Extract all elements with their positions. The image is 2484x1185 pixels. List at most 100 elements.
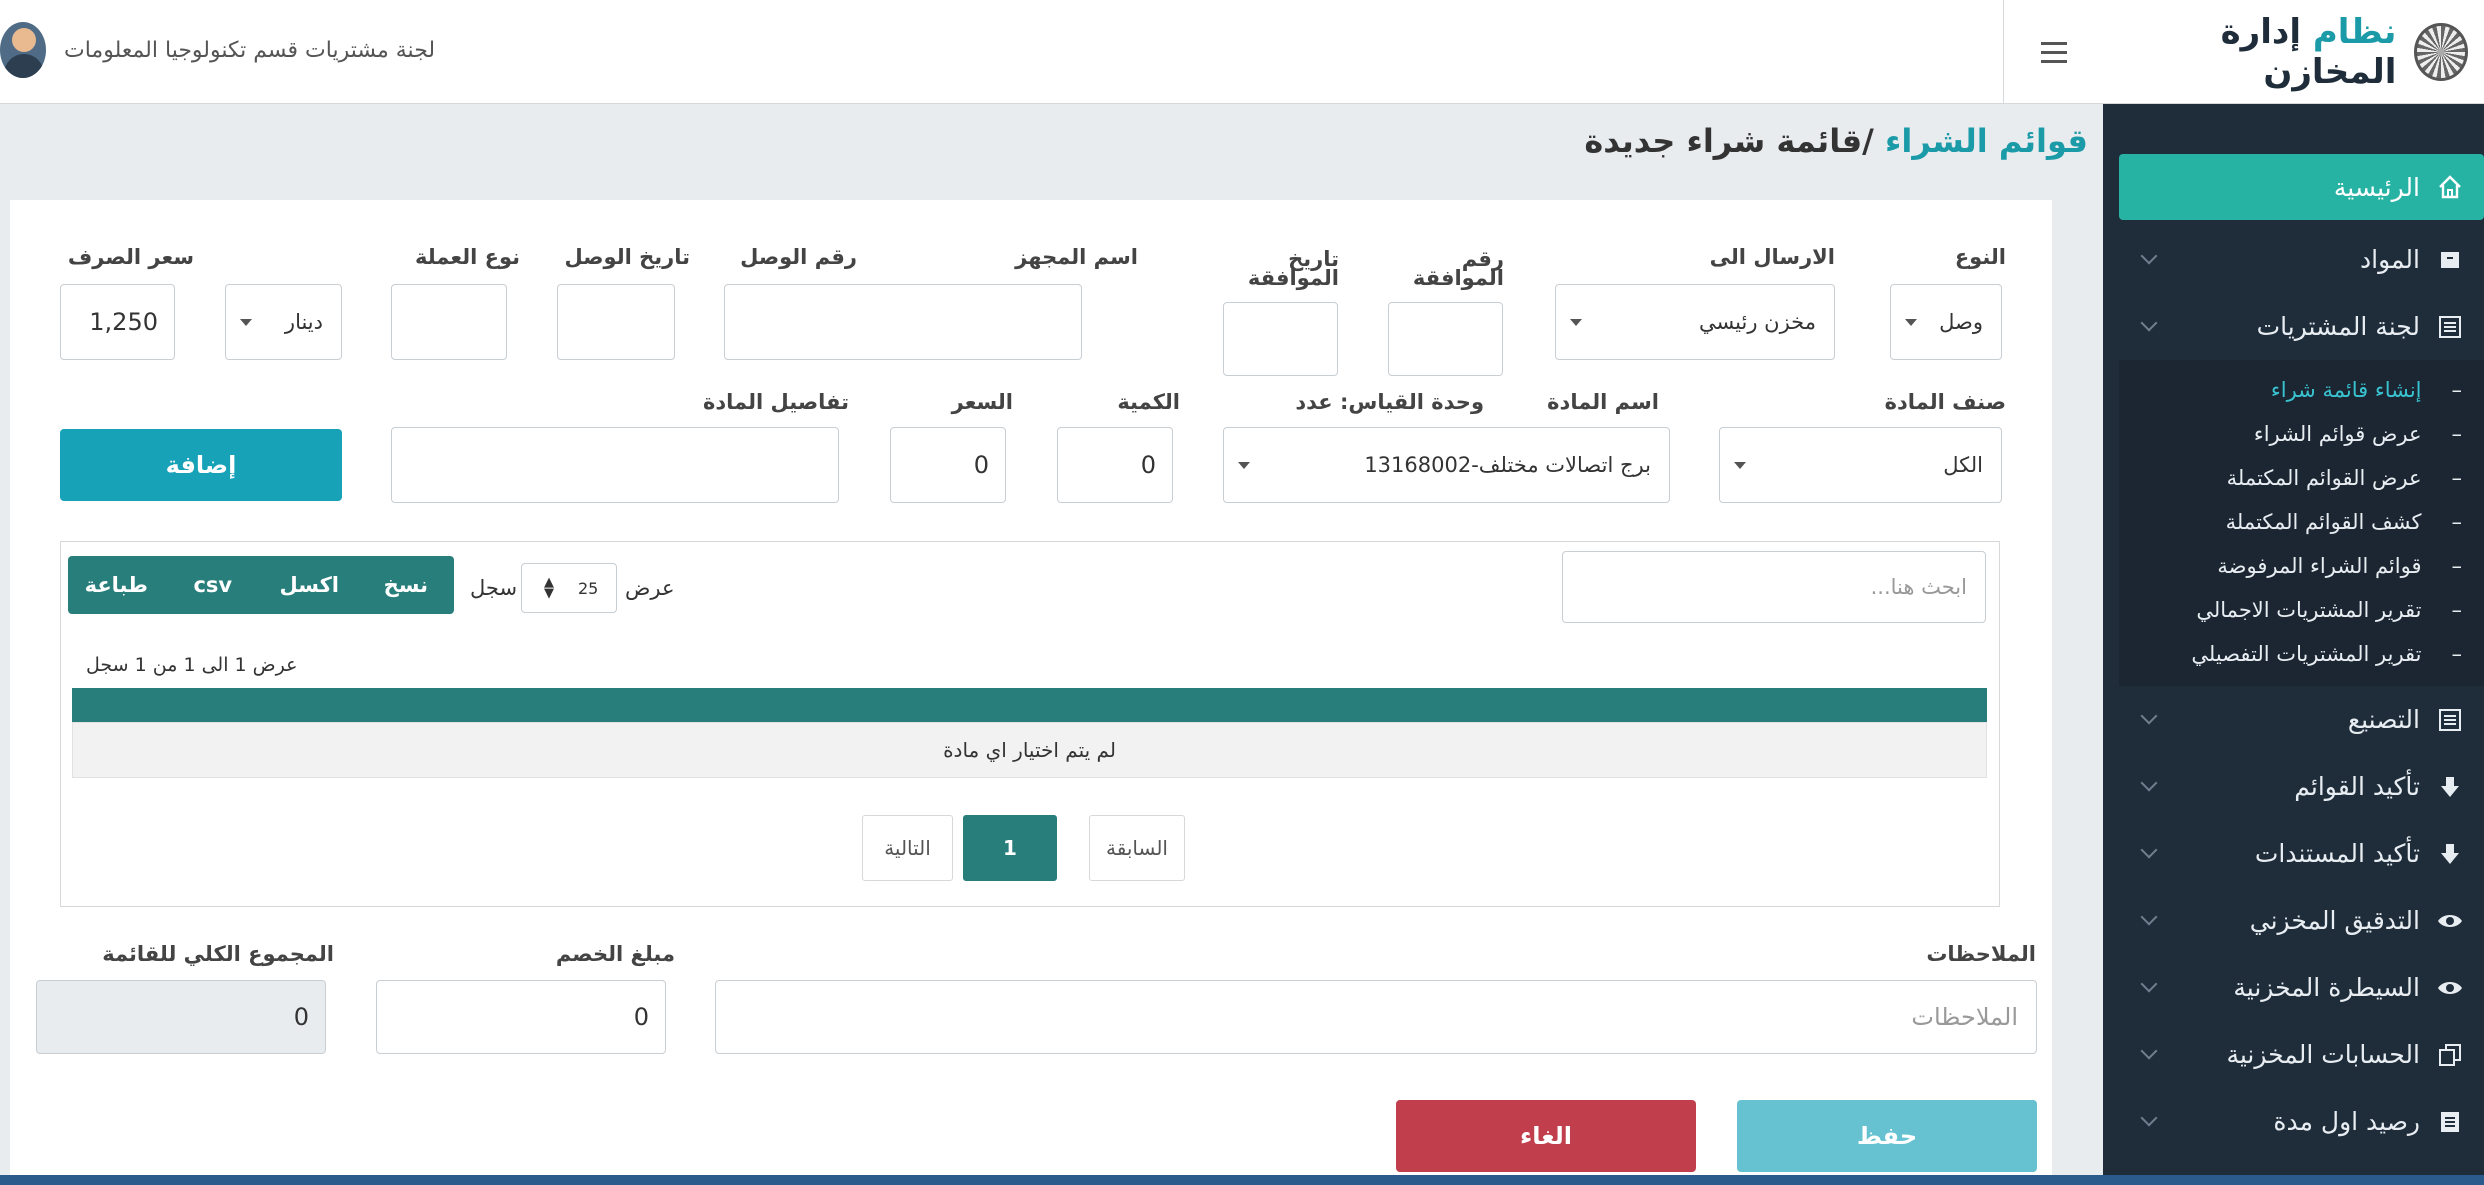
sidebar-item-opening-balance[interactable]: رصيد اول مدة [2103, 1088, 2484, 1155]
supplier-name-input[interactable] [724, 284, 1082, 360]
submenu-item-completed-lists[interactable]: عرض القوائم المكتملة – [2119, 456, 2484, 500]
submenu-item-create-list[interactable]: إنشاء قائمة شراء – [2119, 368, 2484, 412]
sidebar-item-materials[interactable]: المواد [2103, 226, 2484, 293]
chevron-down-icon [2140, 1042, 2158, 1060]
arrow-down-icon [2436, 840, 2464, 868]
item-name-select[interactable]: برج اتصالات مختلف-13168002 [1223, 427, 1670, 503]
submenu-item-view-lists[interactable]: عرض قوائم الشراء – [2119, 412, 2484, 456]
sidebar-item-label: لجنة المشتريات [2256, 312, 2420, 341]
table-info: عرض 1 الى 1 من 1 سجل [86, 654, 298, 676]
os-taskbar [0, 1175, 2484, 1185]
quantity-input[interactable]: 0 [1057, 427, 1173, 503]
send-to-select[interactable]: مخزن رئيسي [1555, 284, 1835, 360]
user-avatar[interactable] [0, 22, 46, 78]
menu-toggle-button[interactable] [2003, 0, 2103, 104]
breadcrumb-parent-link[interactable]: قوائم الشراء [1885, 122, 2088, 160]
export-button-group: نسخ اكسل csv طباعة [68, 556, 454, 614]
print-button[interactable]: طباعة [68, 556, 165, 614]
currency-select[interactable]: دينار [225, 284, 342, 360]
sort-updown-icon: ▲ ▼ [544, 575, 554, 601]
pagination-next-button[interactable]: التالية [862, 815, 953, 881]
quantity-label: الكمية [1117, 390, 1180, 414]
copy-button[interactable]: نسخ [358, 556, 455, 614]
price-input[interactable]: 0 [890, 427, 1006, 503]
type-select[interactable]: وصل [1890, 284, 2002, 360]
sidebar-item-confirm-documents[interactable]: تأكيد المستندات [2103, 820, 2484, 887]
copy-icon [2436, 1041, 2464, 1069]
chevron-down-icon [2140, 908, 2158, 926]
type-label: النوع [1954, 245, 2006, 269]
item-details-input[interactable] [391, 427, 839, 503]
app-title: نظام إدارة المخازن [2220, 11, 2397, 92]
arrow-down-icon [2436, 773, 2464, 801]
submenu-item-rejected-lists[interactable]: قوائم الشراء المرفوضة – [2119, 544, 2484, 588]
sidebar-item-stock-control[interactable]: السيطرة المخزنية [2103, 954, 2484, 1021]
excel-button[interactable]: اكسل [261, 556, 358, 614]
receipt-number-input[interactable] [557, 284, 675, 360]
list-icon [2436, 313, 2464, 341]
home-icon [2436, 173, 2464, 201]
sidebar-item-stock-accounts[interactable]: الحسابات المخزنية [2103, 1021, 2484, 1088]
item-class-select[interactable]: الكل [1719, 427, 2002, 503]
receipt-date-label: تاريخ الوصل [564, 245, 690, 269]
pagination-page-1[interactable]: 1 [963, 815, 1057, 881]
cancel-button[interactable]: الغاء [1396, 1100, 1696, 1172]
hamburger-icon [2040, 41, 2067, 63]
price-label: السعر [951, 390, 1013, 414]
sidebar-item-label: المواد [2359, 245, 2420, 274]
pagination-prev-button[interactable]: السابقة [1089, 815, 1185, 881]
submenu-item-total-report[interactable]: تقرير المشتريات الاجمالي – [2119, 588, 2484, 632]
sidebar-item-stock-audit[interactable]: التدقيق المخزني [2103, 887, 2484, 954]
caret-down-icon [1734, 462, 1746, 469]
breadcrumb-current: قائمة شراء جديدة [1584, 122, 1863, 160]
page-length-select[interactable]: ▲ ▼ 25 [521, 563, 617, 613]
total-label: المجموع الكلي للقائمة [102, 942, 334, 966]
box-icon [2436, 246, 2464, 274]
sidebar-item-confirm-lists[interactable]: تأكيد القوائم [2103, 753, 2484, 820]
submenu-item-detailed-report[interactable]: تقرير المشتريات التفصيلي – [2119, 632, 2484, 676]
item-name-label: اسم المادة [1547, 390, 1659, 414]
document-icon [2436, 1108, 2464, 1136]
caret-down-icon [1905, 319, 1917, 326]
chevron-down-icon [2140, 1109, 2158, 1127]
item-details-label: تفاصيل المادة [702, 390, 849, 414]
top-navbar: لجنة مشتريات قسم تكنولوجيا المعلومات [0, 0, 2103, 104]
send-to-label: الارسال الى [1709, 245, 1835, 269]
caret-down-icon [1238, 462, 1250, 469]
table-search-input[interactable]: ابحث هنا... [1562, 551, 1986, 623]
item-class-label: صنف المادة [1884, 390, 2006, 414]
table-empty-row: لم يتم اختيار اي مادة [72, 722, 1987, 778]
sidebar: نظام إدارة المخازن الرئيسية المواد لجنة … [2103, 0, 2484, 1185]
discount-input[interactable]: 0 [376, 980, 666, 1054]
unit-label: وحدة القياس: عدد [1295, 390, 1484, 414]
csv-button[interactable]: csv [165, 556, 262, 614]
approval-date-input[interactable] [1223, 302, 1338, 376]
records-label: سجل [470, 576, 518, 600]
save-button[interactable]: حفظ [1737, 1100, 2037, 1172]
exchange-rate-input[interactable]: 1,250 [60, 284, 175, 360]
receipt-date-input[interactable] [391, 284, 507, 360]
discount-label: مبلغ الخصم [555, 942, 675, 966]
brand[interactable]: نظام إدارة المخازن [2103, 0, 2484, 104]
eye-icon [2436, 907, 2464, 935]
submenu-item-completed-statement[interactable]: كشف القوائم المكتملة – [2119, 500, 2484, 544]
exchange-rate-label: سعر الصرف [67, 245, 194, 269]
user-area[interactable]: لجنة مشتريات قسم تكنولوجيا المعلومات [0, 22, 435, 78]
breadcrumb-separator: / [1862, 122, 1885, 160]
sidebar-nav: الرئيسية المواد لجنة المشتريات [2103, 154, 2484, 360]
supplier-name-label: اسم المجهز [1015, 245, 1138, 269]
sidebar-item-home[interactable]: الرئيسية [2119, 154, 2484, 220]
user-name[interactable]: لجنة مشتريات قسم تكنولوجيا المعلومات [64, 38, 435, 63]
add-item-button[interactable]: إضافة [60, 429, 342, 501]
total-input: 0 [36, 980, 326, 1054]
notes-input[interactable]: الملاحظات [715, 980, 2037, 1054]
chevron-down-icon [2140, 975, 2158, 993]
sidebar-item-label: الرئيسية [2333, 172, 2420, 202]
sidebar-item-manufacturing[interactable]: التصنيع [2103, 686, 2484, 753]
chevron-down-icon [2140, 841, 2158, 859]
chevron-down-icon [2140, 774, 2158, 792]
approval-number-input[interactable] [1388, 302, 1503, 376]
sidebar-item-purchasing-committee[interactable]: لجنة المشتريات [2103, 293, 2484, 360]
chevron-down-icon [2140, 707, 2158, 725]
eye-icon [2436, 974, 2464, 1002]
